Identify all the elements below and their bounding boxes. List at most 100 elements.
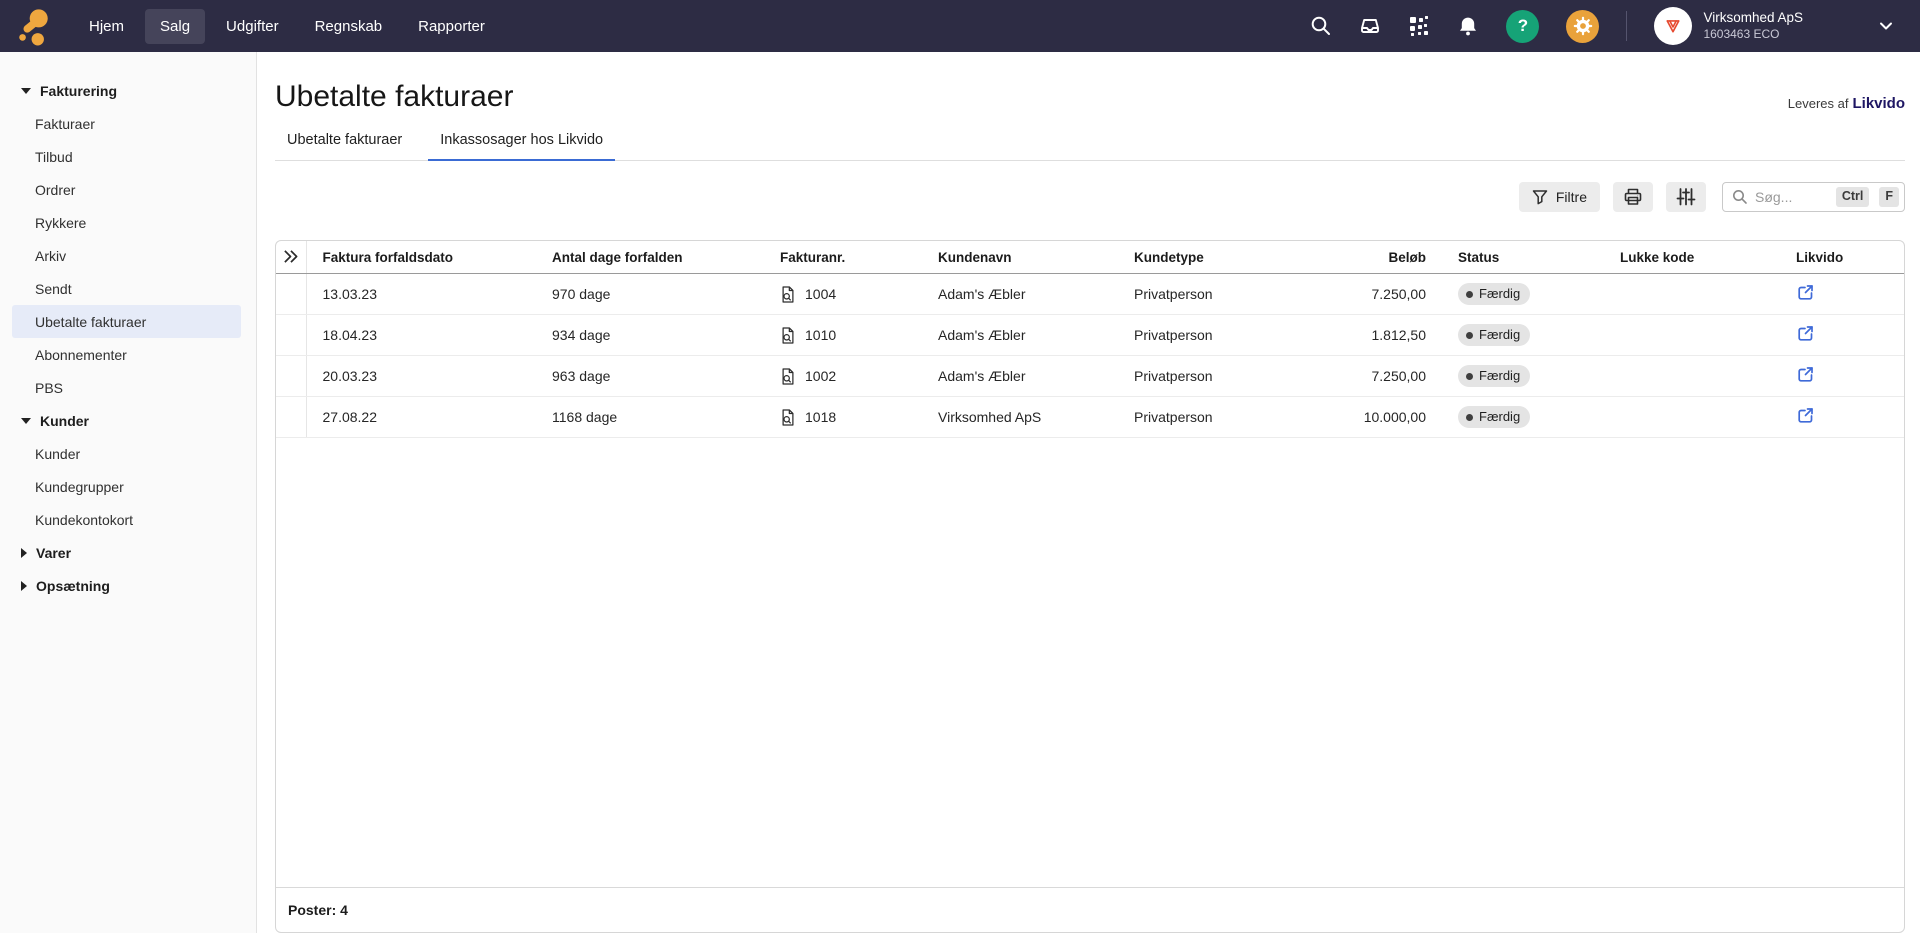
table-row[interactable]: 27.08.22 1168 dage 1018 Virksomh: [276, 397, 1905, 438]
table-search: Ctrl F: [1722, 182, 1905, 212]
col-header-kundenavn[interactable]: Kundenavn: [922, 241, 1118, 274]
chevron-collapsed-icon: [21, 548, 27, 558]
shortcut-key-ctrl: Ctrl: [1836, 187, 1870, 207]
sidebar-section-kunder[interactable]: Kunder: [0, 404, 256, 437]
table-row[interactable]: 20.03.23 963 dage 1002 Adam's Æb: [276, 356, 1905, 397]
invoice-number-cell[interactable]: 1002: [764, 356, 922, 397]
search-icon[interactable]: [1310, 15, 1332, 37]
provider-note: Leveres afLikvido: [1788, 95, 1905, 112]
invoice-table-card: Faktura forfaldsdato Antal dage forfalde…: [275, 240, 1905, 933]
sidebar-item-kundegrupper[interactable]: Kundegrupper: [12, 470, 241, 503]
settings-button[interactable]: [1566, 10, 1599, 43]
tab-inkassosager-hos-likvido[interactable]: Inkassosager hos Likvido: [428, 122, 615, 160]
status-label: Færdig: [1479, 369, 1520, 384]
status-label: Færdig: [1479, 328, 1520, 343]
likvido-link[interactable]: [1780, 274, 1905, 315]
tab-ubetalte-fakturaer[interactable]: Ubetalte fakturaer: [275, 122, 414, 160]
economic-logo-icon[interactable]: [14, 5, 52, 47]
status-badge: Færdig: [1458, 365, 1530, 388]
top-navbar: Hjem Salg Udgifter Regnskab Rapporter: [0, 0, 1920, 52]
days-overdue-cell: 1168 dage: [536, 397, 764, 438]
amount-cell: 1.812,50: [1318, 315, 1442, 356]
print-button[interactable]: [1613, 182, 1653, 212]
table-toolbar: Filtre Ctr: [275, 182, 1905, 212]
sidebar-item-fakturaer[interactable]: Fakturaer: [12, 107, 241, 140]
likvido-link[interactable]: [1780, 397, 1905, 438]
inbox-icon[interactable]: [1359, 15, 1381, 37]
invoice-document-icon: [780, 367, 796, 386]
status-cell: Færdig: [1442, 315, 1604, 356]
sidebar-item-tilbud[interactable]: Tilbud: [12, 140, 241, 173]
sidebar-section-varer[interactable]: Varer: [0, 536, 256, 569]
sidebar-item-ubetalte-fakturaer[interactable]: Ubetalte fakturaer: [12, 305, 241, 338]
status-cell: Færdig: [1442, 274, 1604, 315]
chevron-down-icon[interactable]: [1878, 18, 1894, 34]
sidebar-item-abonnementer[interactable]: Abonnementer: [12, 338, 241, 371]
due-date-cell: 18.04.23: [306, 315, 536, 356]
customer-type-cell: Privatperson: [1118, 356, 1318, 397]
filter-button[interactable]: Filtre: [1519, 182, 1600, 212]
notifications-bell-icon[interactable]: [1457, 15, 1479, 37]
col-header-forfaldsdato[interactable]: Faktura forfaldsdato: [306, 241, 536, 274]
tab-bar: Ubetalte fakturaer Inkassosager hos Likv…: [275, 122, 1905, 161]
sidebar-item-pbs[interactable]: PBS: [12, 371, 241, 404]
nav-item-udgifter[interactable]: Udgifter: [211, 9, 294, 44]
table-header-row: Faktura forfaldsdato Antal dage forfalde…: [276, 241, 1905, 274]
sidebar-item-kunder[interactable]: Kunder: [12, 437, 241, 470]
question-mark-icon: ?: [1518, 16, 1528, 36]
expand-all-button[interactable]: [276, 241, 306, 274]
nav-item-regnskab[interactable]: Regnskab: [300, 9, 398, 44]
status-cell: Færdig: [1442, 397, 1604, 438]
customer-name-cell: Adam's Æbler: [922, 315, 1118, 356]
chevron-collapsed-icon: [21, 581, 27, 591]
invoice-number: 1002: [805, 368, 836, 384]
col-header-kundetype[interactable]: Kundetype: [1118, 241, 1318, 274]
invoice-document-icon: [780, 408, 796, 427]
days-overdue-cell: 963 dage: [536, 356, 764, 397]
column-settings-button[interactable]: [1666, 182, 1706, 212]
invoice-number: 1004: [805, 286, 836, 302]
nav-item-salg[interactable]: Salg: [145, 9, 205, 44]
sidebar-section-label: Fakturering: [40, 83, 117, 99]
sidebar-item-arkiv[interactable]: Arkiv: [12, 239, 241, 272]
sidebar-section-fakturering[interactable]: Fakturering: [0, 74, 256, 107]
status-label: Færdig: [1479, 287, 1520, 302]
customer-name-cell: Virksomhed ApS: [922, 397, 1118, 438]
likvido-link[interactable]: [1780, 356, 1905, 397]
sidebar-item-ordrer[interactable]: Ordrer: [12, 173, 241, 206]
amount-cell: 7.250,00: [1318, 356, 1442, 397]
row-expander-cell[interactable]: [276, 315, 306, 356]
sidebar-section-opsaetning[interactable]: Opsætning: [0, 569, 256, 602]
invoice-number-cell[interactable]: 1010: [764, 315, 922, 356]
account-menu[interactable]: Virksomhed ApS 1603463 ECO: [1654, 7, 1803, 45]
nav-item-hjem[interactable]: Hjem: [74, 9, 139, 44]
col-header-dage-forfalden[interactable]: Antal dage forfalden: [536, 241, 764, 274]
sidebar-item-kundekontokort[interactable]: Kundekontokort: [12, 503, 241, 536]
row-expander-cell[interactable]: [276, 356, 306, 397]
close-code-cell: [1604, 356, 1780, 397]
search-input[interactable]: [1755, 189, 1829, 205]
customer-type-cell: Privatperson: [1118, 397, 1318, 438]
col-header-fakturanr[interactable]: Fakturanr.: [764, 241, 922, 274]
days-overdue-cell: 934 dage: [536, 315, 764, 356]
customer-type-cell: Privatperson: [1118, 274, 1318, 315]
apps-grid-icon[interactable]: [1408, 15, 1430, 37]
likvido-link[interactable]: [1780, 315, 1905, 356]
nav-item-rapporter[interactable]: Rapporter: [403, 9, 500, 44]
invoice-number-cell[interactable]: 1004: [764, 274, 922, 315]
status-badge: Færdig: [1458, 406, 1530, 429]
help-button[interactable]: ?: [1506, 10, 1539, 43]
sidebar-item-rykkere[interactable]: Rykkere: [12, 206, 241, 239]
invoice-number-cell[interactable]: 1018: [764, 397, 922, 438]
row-expander-cell[interactable]: [276, 397, 306, 438]
col-header-lukke-kode[interactable]: Lukke kode: [1604, 241, 1780, 274]
table-row[interactable]: 13.03.23 970 dage 1004 Adam's Æb: [276, 274, 1905, 315]
table-row[interactable]: 18.04.23 934 dage 1010 Adam's Æb: [276, 315, 1905, 356]
row-expander-cell[interactable]: [276, 274, 306, 315]
col-header-likvido[interactable]: Likvido: [1780, 241, 1905, 274]
close-code-cell: [1604, 315, 1780, 356]
sidebar-item-sendt[interactable]: Sendt: [12, 272, 241, 305]
col-header-beloeb[interactable]: Beløb: [1318, 241, 1442, 274]
printer-icon: [1623, 187, 1643, 207]
col-header-status[interactable]: Status: [1442, 241, 1604, 274]
